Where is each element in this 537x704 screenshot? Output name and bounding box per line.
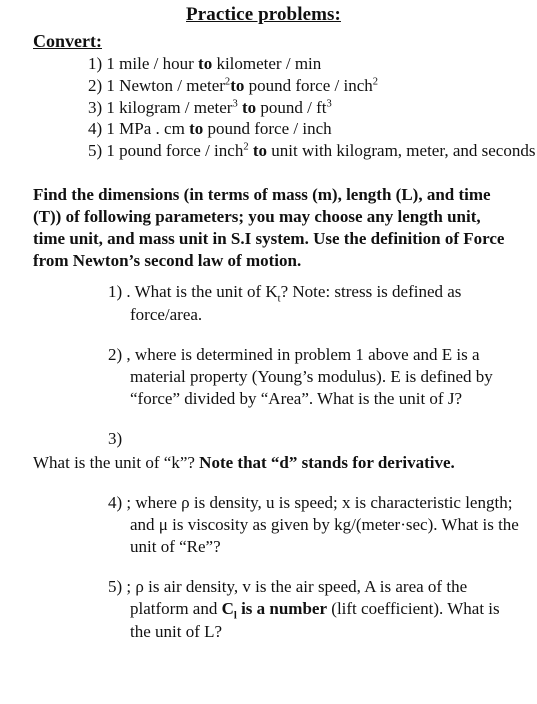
convert-item-5: 5) 1 pound force / inch2 to unit with ki… <box>88 140 537 162</box>
superscript-exponent: 2 <box>372 76 379 88</box>
item-number: 5) <box>88 141 103 160</box>
item-number: 2) <box>88 75 103 95</box>
superscript-exponent: 3 <box>326 97 332 109</box>
superscript-exponent: 3 <box>232 97 238 109</box>
dimensions-question-list: 1) . What is the unit of Kt? Note: stres… <box>0 281 537 642</box>
convert-problem-list: 1) 1 mile / hour to kilometer / min 2) 1… <box>0 53 537 162</box>
lift-coefficient-symbol: Cl <box>221 599 237 621</box>
followup-plain-text: What is the unit of “k”? <box>33 453 200 472</box>
item-keyword-to: to <box>242 97 257 117</box>
followup-bold-note: Note that “d” stands for derivative. <box>199 453 455 472</box>
convert-item-4: 4) 1 MPa . cm to pound force / inch <box>88 118 537 140</box>
item-number: 3) <box>108 428 123 448</box>
item-text-post: pound force / inch <box>203 119 332 139</box>
item-number: 1) <box>88 54 103 73</box>
item-number: 4) <box>88 119 103 139</box>
convert-item-1: 1) 1 mile / hour to kilometer / min <box>88 53 537 75</box>
item-number: 3) <box>88 97 103 117</box>
item-text-post: unit with kilogram, meter, and seconds <box>267 141 536 160</box>
question-text-a: ; where ρ is density, u is speed; x is c… <box>122 493 519 557</box>
item-number: 4) <box>108 493 123 513</box>
item-text-pre: 1 Newton / meter <box>106 75 225 95</box>
item-number: 2) <box>108 344 123 364</box>
item-text-post: pound / ft <box>256 97 327 117</box>
bold-phrase-is-a-number: is a number <box>236 599 328 619</box>
question-3-followup: What is the unit of “k”? Note that “d” s… <box>33 452 507 474</box>
item-text-pre: 1 MPa . cm <box>106 119 190 139</box>
item-number: 5) <box>108 577 123 597</box>
item-text-post: pound force / inch <box>244 75 373 95</box>
question-item-3: 3) <box>108 428 519 450</box>
item-keyword-to: to <box>198 54 213 73</box>
convert-item-3: 3) 1 kilogram / meter3 to pound / ft3 <box>88 97 537 119</box>
question-item-5: 5) ; ρ is air density, v is the air spee… <box>108 576 519 642</box>
item-keyword-to: to <box>230 75 245 95</box>
item-text-pre: 1 mile / hour <box>106 54 199 73</box>
question-text-a: , where is determined in problem 1 above… <box>122 344 493 408</box>
question-text-a: . What is the unit of K <box>122 282 278 302</box>
question-item-1: 1) . What is the unit of Kt? Note: stres… <box>108 281 519 325</box>
document-page: Practice problems: Convert: 1) 1 mile / … <box>0 4 537 704</box>
item-text-post: kilometer / min <box>212 54 322 73</box>
item-number: 1) <box>108 282 123 302</box>
question-item-2: 2) , where is determined in problem 1 ab… <box>108 344 519 410</box>
dimensions-instructions: Find the dimensions (in terms of mass (m… <box>33 184 505 270</box>
page-title: Practice problems: <box>186 4 341 25</box>
question-item-4: 4) ; where ρ is density, u is speed; x i… <box>108 492 519 558</box>
convert-item-2: 2) 1 Newton / meter 2 to pound force / inc… <box>88 75 537 97</box>
superscript-exponent: 2 <box>243 141 249 153</box>
section-heading-convert: Convert: <box>33 31 102 51</box>
item-text-pre: 1 kilogram / meter <box>106 97 233 117</box>
symbol-c: C <box>221 599 234 619</box>
item-keyword-to: to <box>189 119 204 139</box>
item-keyword-to: to <box>252 141 268 160</box>
item-text-pre: 1 pound force / inch <box>106 141 244 160</box>
